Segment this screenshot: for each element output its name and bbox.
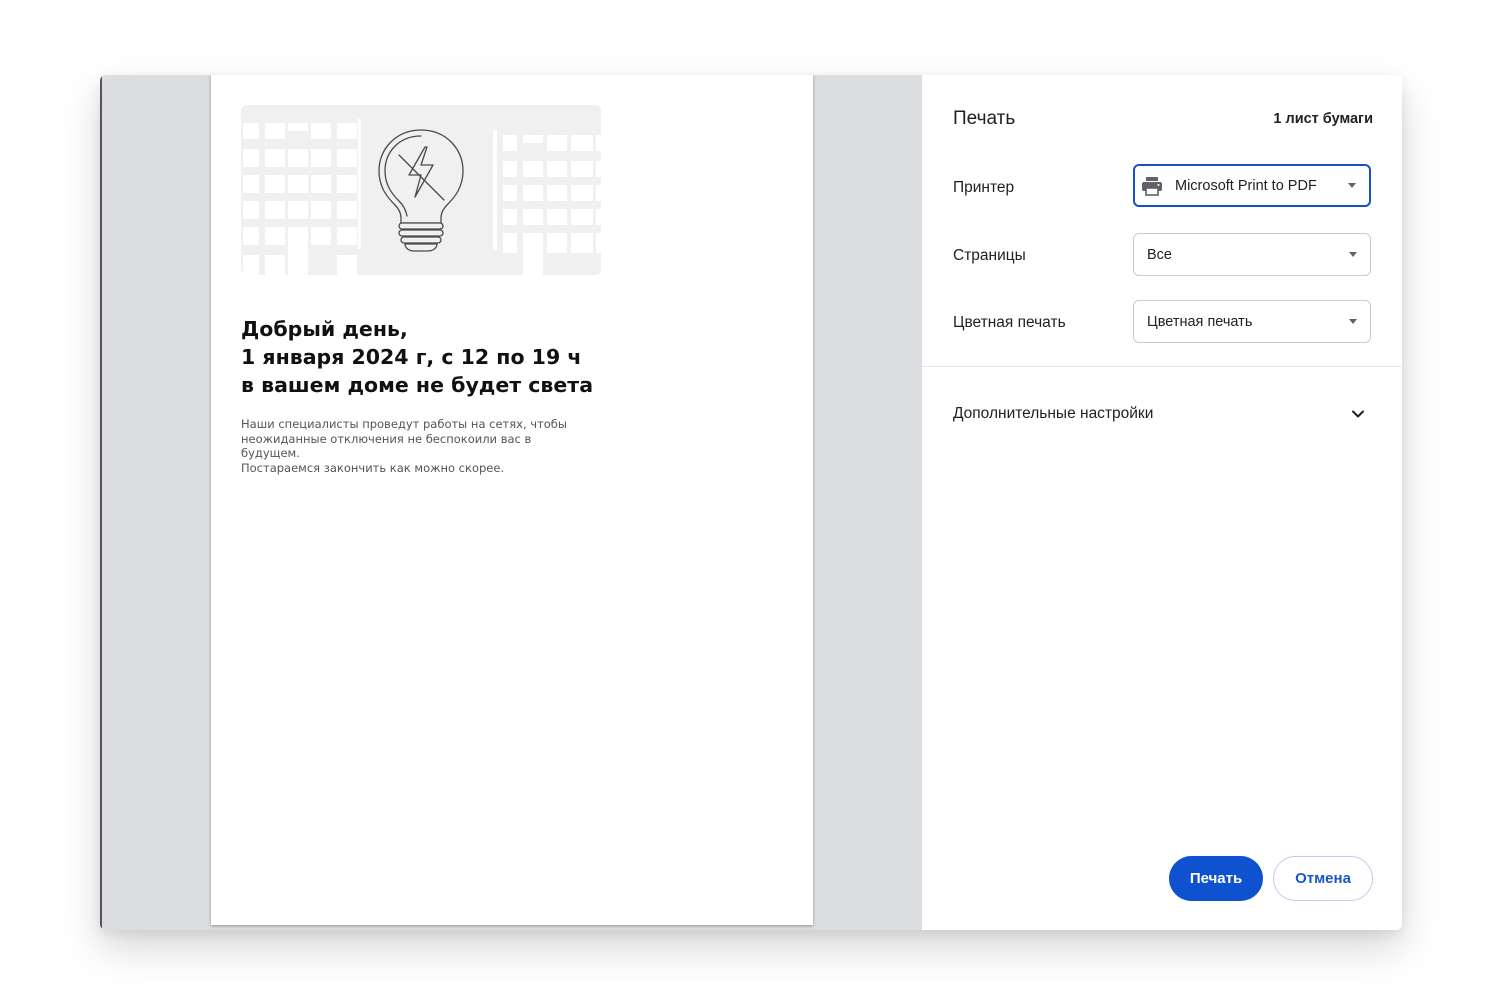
cancel-button[interactable]: Отмена [1273, 856, 1373, 901]
headline-line-3: в вашем доме не будет света [241, 373, 594, 397]
notice-body: Наши специалисты проведут работы на сетя… [241, 417, 586, 475]
printer-value: Microsoft Print to PDF [1175, 177, 1317, 194]
body-line-1: Наши специалисты проведут работы на сетя… [241, 417, 567, 431]
sheet-count: 1 лист бумаги [1273, 111, 1373, 127]
advanced-settings-label: Дополнительные настройки [953, 405, 1154, 422]
dropdown-caret-icon [1349, 251, 1357, 257]
body-line-4: Постараемся закончить как можно скорее. [241, 460, 505, 475]
divider [922, 366, 1402, 367]
pages-value: Все [1147, 246, 1172, 263]
body-line-3: будущем. [241, 446, 300, 460]
preview-edge [100, 75, 102, 930]
printer-label: Принтер [953, 179, 1015, 196]
advanced-settings-toggle[interactable]: Дополнительные настройки [953, 403, 1371, 425]
notice-headline: Добрый день, 1 января 2024 г, с 12 по 19… [241, 315, 781, 399]
preview-page: Добрый день, 1 января 2024 г, с 12 по 19… [211, 75, 813, 925]
dropdown-caret-icon [1349, 318, 1357, 324]
color-select[interactable]: Цветная печать [1133, 300, 1371, 343]
chevron-down-icon [1352, 410, 1364, 418]
printer-select[interactable]: Microsoft Print to PDF [1133, 164, 1371, 207]
color-label: Цветная печать [953, 314, 1066, 331]
printer-icon [1142, 176, 1162, 196]
dialog-title: Печать [953, 108, 1016, 129]
headline-line-1: Добрый день, [241, 317, 408, 341]
print-preview-area[interactable]: Добрый день, 1 января 2024 г, с 12 по 19… [100, 75, 922, 930]
pages-select[interactable]: Все [1133, 233, 1371, 276]
print-dialog: Добрый день, 1 января 2024 г, с 12 по 19… [100, 75, 1402, 930]
color-value: Цветная печать [1147, 313, 1253, 330]
body-line-2: неожиданные отключения не беспокоили вас… [241, 431, 532, 446]
dropdown-caret-icon [1348, 182, 1356, 188]
power-outage-illustration [241, 105, 601, 275]
print-button[interactable]: Печать [1169, 856, 1263, 901]
headline-line-2: 1 января 2024 г, с 12 по 19 ч [241, 345, 582, 369]
pages-label: Страницы [953, 247, 1026, 264]
print-settings-panel: Печать 1 лист бумаги Принтер Microsoft P… [922, 75, 1402, 930]
